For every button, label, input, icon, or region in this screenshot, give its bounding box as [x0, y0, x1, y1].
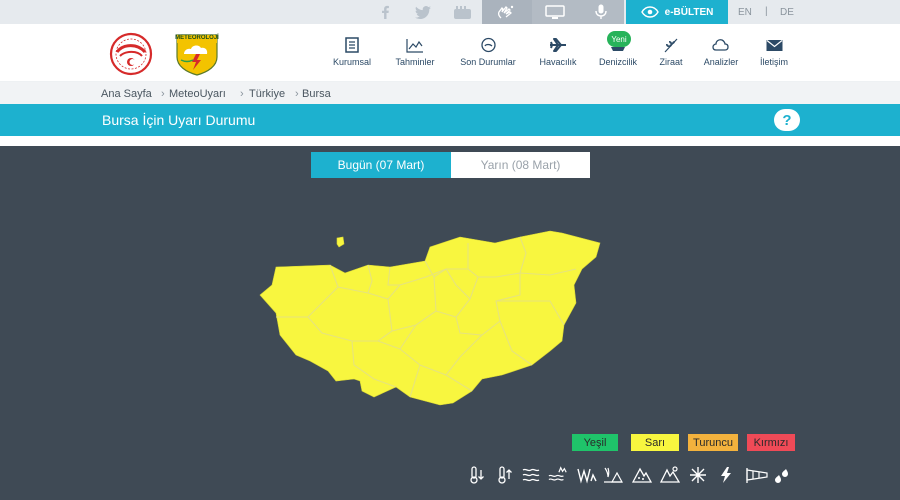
breadcrumb-separator: ›	[295, 88, 299, 100]
legend-yellow: Sarı	[631, 434, 679, 451]
nav-label: Analizler	[703, 57, 739, 67]
low-temperature-icon[interactable]	[466, 465, 486, 485]
twitter-icon[interactable]	[409, 0, 437, 24]
nav-tahminler[interactable]: Tahminler	[388, 36, 442, 72]
gauge-icon	[480, 36, 497, 54]
legend-green: Yeşil	[572, 434, 618, 451]
avalanche-icon[interactable]	[603, 465, 623, 485]
nav-iletisim[interactable]: İletişim	[752, 36, 796, 72]
thunderstorm-icon[interactable]	[688, 465, 708, 485]
airplane-icon	[549, 36, 567, 54]
icing-icon[interactable]	[632, 465, 652, 485]
breadcrumb-turkiye[interactable]: Türkiye	[249, 88, 285, 100]
ministry-logo[interactable]	[102, 32, 160, 76]
breadcrumb-separator: ›	[161, 88, 165, 100]
map-islet	[336, 236, 345, 248]
bursa-warning-map[interactable]	[250, 225, 610, 415]
nav-label: Havacılık	[539, 57, 577, 67]
windsock-icon[interactable]	[744, 465, 770, 485]
high-temperature-icon[interactable]	[494, 465, 514, 485]
nav-label: Son Durumlar	[460, 57, 516, 67]
nav-label: İletişim	[759, 57, 788, 67]
monitor-icon[interactable]	[532, 0, 578, 24]
nav-label: Tahminler	[395, 57, 435, 67]
tab-tomorrow[interactable]: Yarın (08 Mart)	[451, 152, 590, 178]
breadcrumb-meteouyari[interactable]: MeteoUyarı	[169, 88, 226, 100]
nav-label: Ziraat	[659, 57, 683, 67]
nav-ziraat[interactable]: Ziraat	[654, 36, 688, 72]
envelope-icon	[766, 36, 783, 54]
yeni-badge: Yeni	[607, 31, 631, 47]
legend-red: Kırmızı	[747, 434, 795, 451]
lang-en-link[interactable]: EN	[738, 0, 752, 24]
youtube-icon[interactable]	[448, 0, 476, 24]
e-bulten-label: e-BÜLTEN	[664, 6, 714, 18]
nav-analizler[interactable]: Analizler	[698, 36, 744, 72]
lang-separator: |	[765, 6, 768, 17]
breadcrumb-bursa: Bursa	[302, 88, 331, 100]
map-district	[259, 230, 601, 406]
e-bulten-button[interactable]: e-BÜLTEN	[626, 0, 728, 24]
page-title: Bursa İçin Uyarı Durumu	[102, 112, 256, 128]
lang-de-link[interactable]: DE	[780, 0, 794, 24]
tab-today[interactable]: Bugün (07 Mart)	[311, 152, 451, 178]
document-icon	[344, 36, 360, 54]
meteoroloji-logo-text: METEOROLOJİ	[175, 35, 219, 41]
question-icon: ?	[782, 111, 792, 129]
breadcrumb-home[interactable]: Ana Sayfa	[101, 88, 152, 100]
nav-kurumsal[interactable]: Kurumsal	[326, 36, 378, 72]
storm-icon[interactable]	[548, 465, 568, 485]
wheat-icon	[663, 36, 679, 54]
legend-orange: Turuncu	[688, 434, 738, 451]
rain-icon[interactable]	[773, 465, 793, 485]
help-button[interactable]: ?	[774, 109, 800, 131]
facebook-icon[interactable]	[371, 0, 399, 24]
wind-icon[interactable]	[522, 465, 542, 485]
cloud-search-icon	[712, 36, 730, 54]
nav-havacilik[interactable]: Havacılık	[534, 36, 582, 72]
nav-son-durumlar[interactable]: Son Durumlar	[453, 36, 523, 72]
fog-icon[interactable]	[577, 465, 597, 485]
breadcrumb-separator: ›	[240, 88, 244, 100]
sign-language-icon[interactable]	[482, 0, 532, 24]
snow-icon[interactable]	[660, 465, 680, 485]
line-chart-icon	[406, 36, 424, 54]
microphone-icon[interactable]	[578, 0, 624, 24]
nav-label: Denizcilik	[598, 57, 637, 67]
nav-label: Kurumsal	[332, 57, 371, 67]
eye-icon	[640, 6, 659, 18]
lightning-icon[interactable]	[716, 465, 736, 485]
